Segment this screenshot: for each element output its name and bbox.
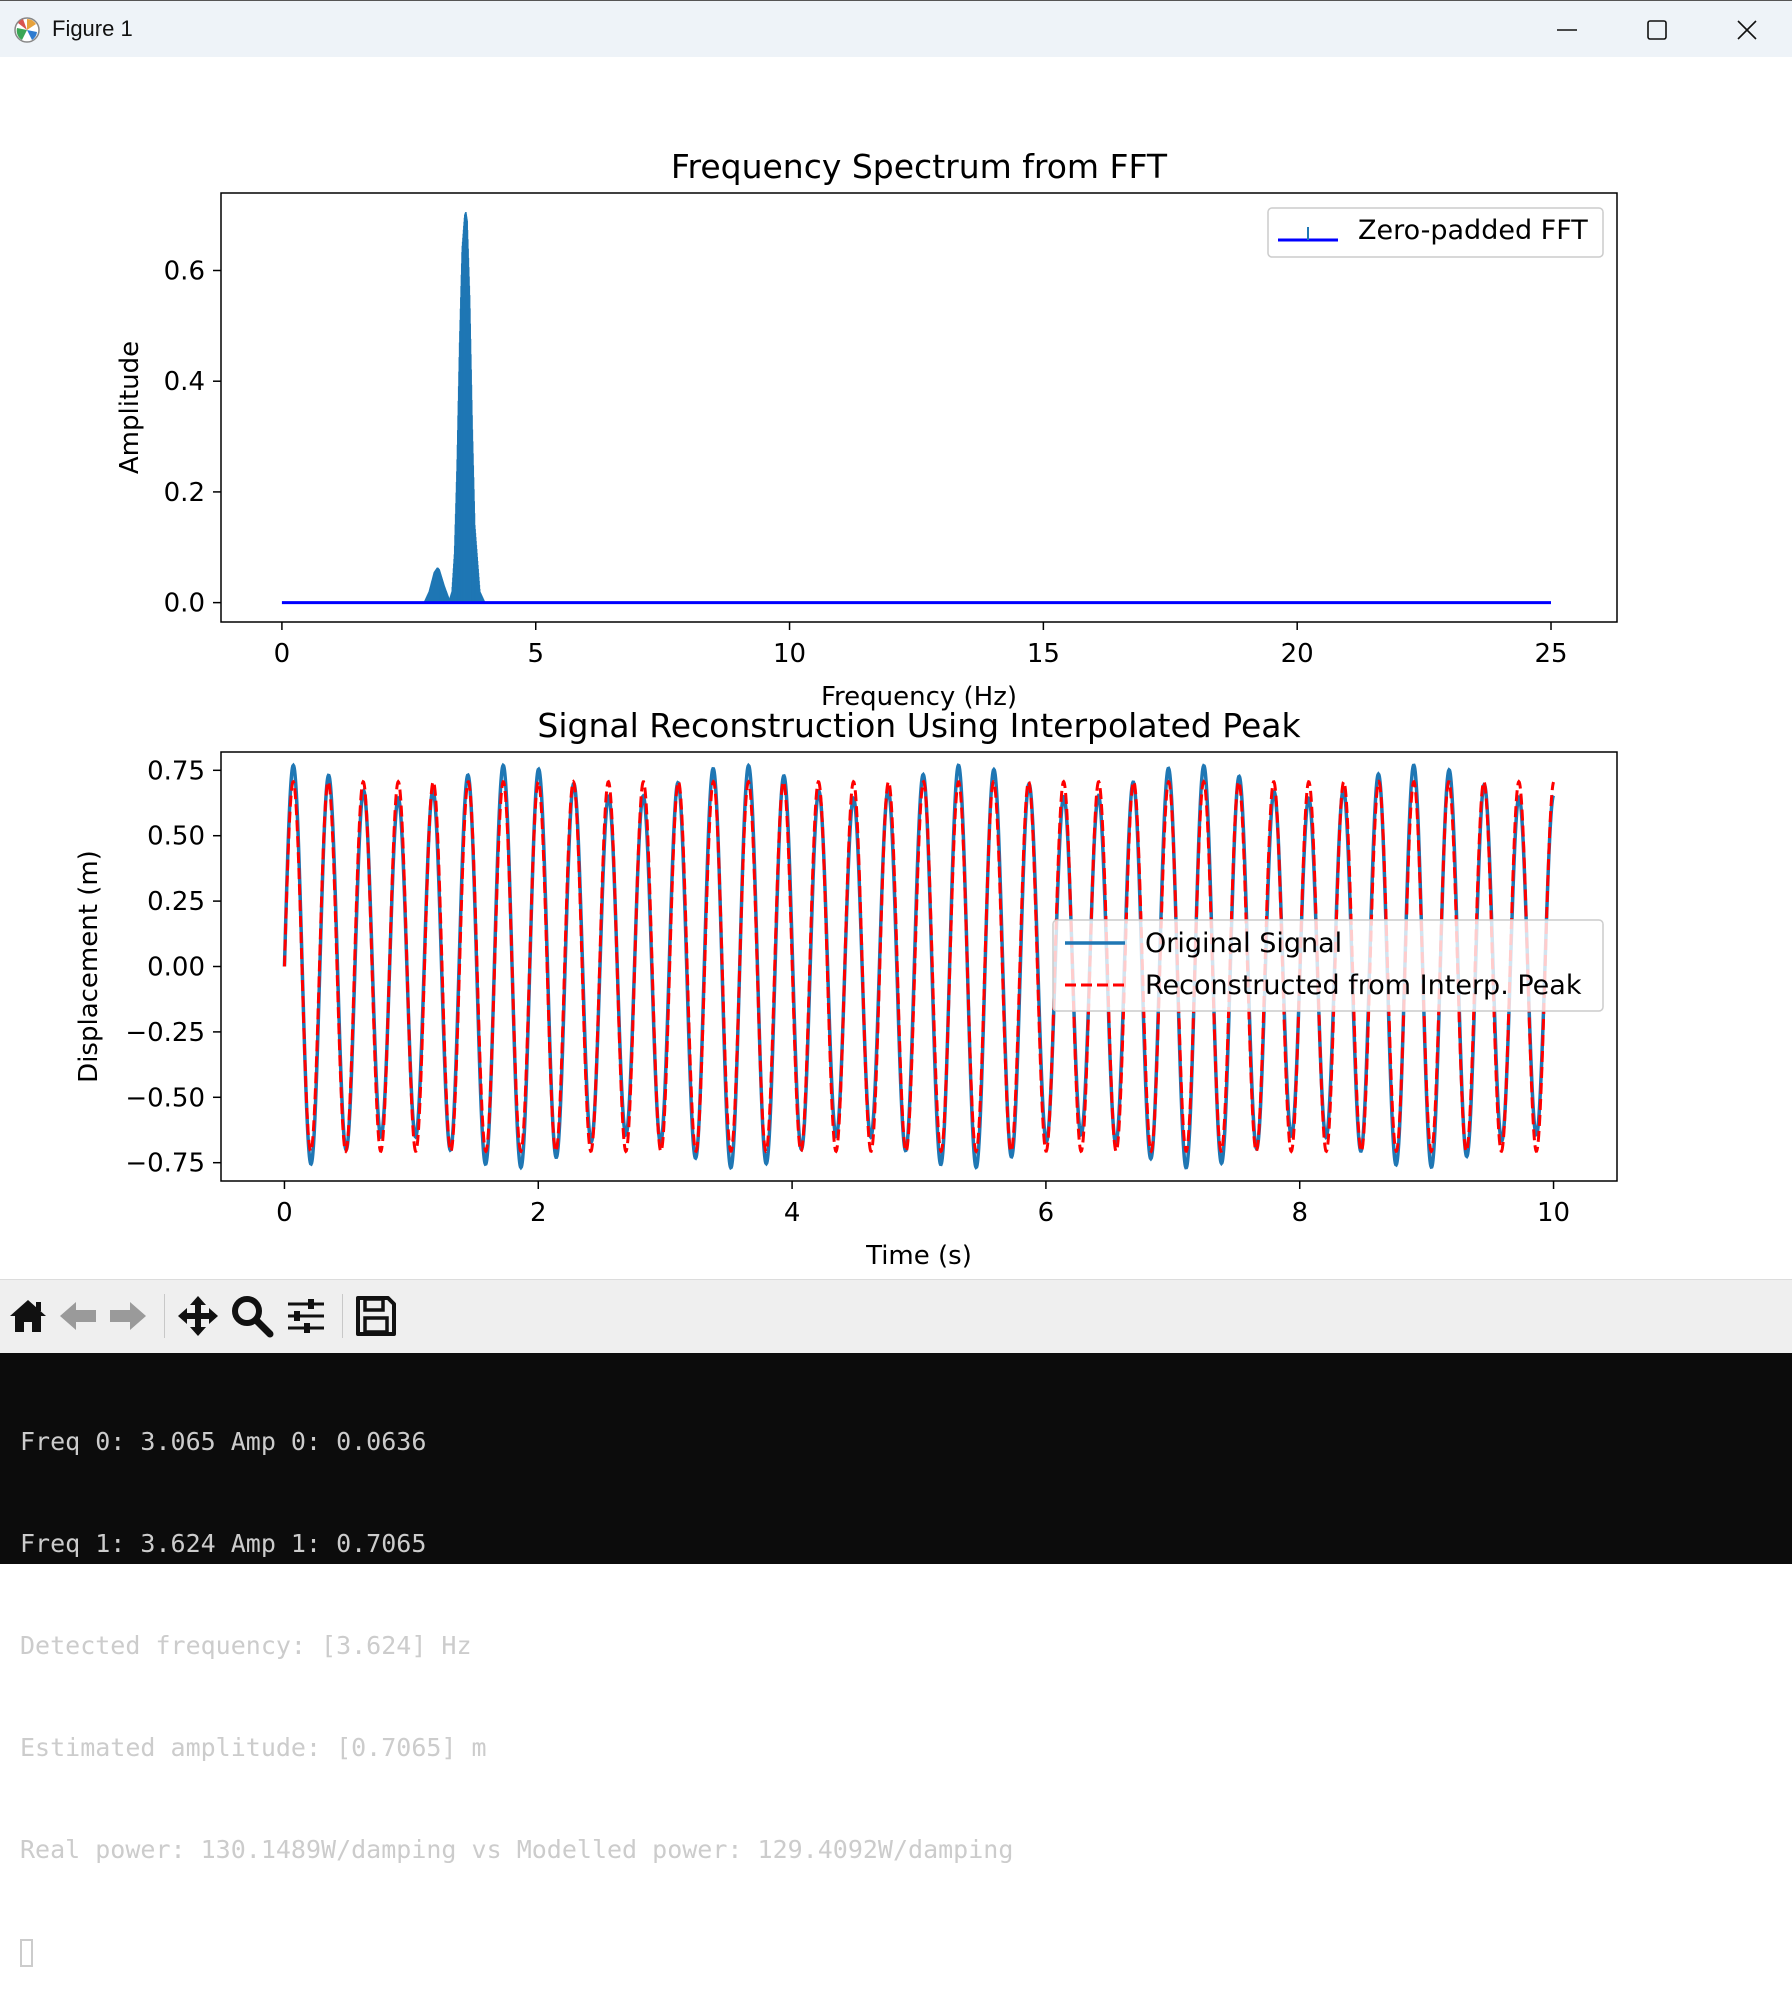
y-tick-label: 0.00 — [147, 953, 205, 983]
zoom-button[interactable] — [228, 1292, 276, 1340]
x-tick-label: 6 — [1038, 1198, 1055, 1228]
console-cursor-line — [20, 1935, 1792, 1969]
x-tick-label: 0 — [276, 1198, 293, 1228]
matplotlib-icon — [14, 17, 40, 43]
x-axis-label: Time (s) — [865, 1241, 972, 1271]
minimize-button[interactable] — [1522, 1, 1612, 58]
y-tick-label: 0.75 — [147, 756, 205, 786]
chart-legend: Original Signal Reconstructed from Interp… — [1052, 919, 1604, 1012]
chart-title: Frequency Spectrum from FFT — [671, 147, 1168, 186]
window-title: Figure 1 — [52, 16, 133, 41]
navigation-toolbar — [0, 1279, 1792, 1353]
chart-legend: Zero-padded FFT — [1267, 207, 1604, 258]
legend-label: Reconstructed from Interp. Peak — [1145, 970, 1582, 1001]
console-line: Estimated amplitude: [0.7065] m — [20, 1733, 487, 1762]
home-icon — [10, 1300, 46, 1332]
x-tick-label: 25 — [1534, 639, 1567, 669]
y-tick-label: −0.25 — [125, 1018, 205, 1048]
pan-button[interactable] — [174, 1292, 222, 1340]
x-tick-label: 15 — [1027, 639, 1060, 669]
home-button[interactable] — [4, 1292, 52, 1340]
back-button[interactable] — [54, 1292, 102, 1340]
fft-spectrum-chart: Frequency Spectrum from FFTFrequency (Hz… — [115, 147, 1618, 712]
close-button[interactable] — [1702, 1, 1792, 58]
pan-icon — [178, 1296, 218, 1336]
chart-title: Signal Reconstruction Using Interpolated… — [537, 706, 1301, 745]
y-axis-label: Amplitude — [115, 341, 145, 474]
forward-button[interactable] — [104, 1292, 152, 1340]
configure-subplots-button[interactable] — [282, 1292, 330, 1340]
zoom-icon — [232, 1296, 274, 1338]
save-button[interactable] — [352, 1292, 400, 1340]
y-tick-label: 0.25 — [147, 887, 205, 917]
console-line: Freq 1: 3.624 Amp 1: 0.7065 — [20, 1529, 427, 1558]
y-tick-label: 0.6 — [164, 256, 205, 286]
console-line: Detected frequency: [3.624] Hz — [20, 1631, 472, 1660]
maximize-icon — [1647, 20, 1667, 40]
legend-label: Zero-padded FFT — [1358, 215, 1588, 246]
forward-arrow-icon — [110, 1302, 146, 1330]
y-tick-label: 0.2 — [164, 478, 205, 508]
console-line: Freq 0: 3.065 Amp 0: 0.0636 — [20, 1427, 427, 1456]
y-axis-label: Displacement (m) — [74, 850, 104, 1083]
console-line: Real power: 130.1489W/damping vs Modelle… — [20, 1835, 1014, 1864]
back-arrow-icon — [60, 1302, 96, 1330]
toolbar-separator — [164, 1294, 165, 1338]
figure-canvas[interactable]: Frequency Spectrum from FFTFrequency (Hz… — [0, 57, 1792, 1279]
close-icon — [1737, 20, 1757, 40]
x-tick-label: 4 — [784, 1198, 801, 1228]
x-tick-label: 10 — [1537, 1198, 1570, 1228]
window-titlebar: Figure 1 — [0, 0, 1792, 57]
maximize-button[interactable] — [1612, 1, 1702, 58]
signal-reconstruction-chart: Signal Reconstruction Using Interpolated… — [74, 706, 1618, 1271]
legend-label: Original Signal — [1145, 928, 1342, 959]
x-tick-label: 5 — [527, 639, 544, 669]
terminal-cursor — [20, 1939, 33, 1967]
y-tick-label: −0.50 — [125, 1083, 205, 1113]
y-tick-label: 0.4 — [164, 367, 205, 397]
configure-subplots-icon — [288, 1299, 324, 1333]
toolbar-separator — [342, 1294, 343, 1338]
y-tick-label: −0.75 — [125, 1149, 205, 1179]
x-tick-label: 10 — [773, 639, 806, 669]
terminal-output[interactable]: Freq 0: 3.065 Amp 0: 0.0636 Freq 1: 3.62… — [0, 1353, 1792, 1967]
x-tick-label: 20 — [1281, 639, 1314, 669]
x-tick-label: 0 — [274, 639, 291, 669]
x-tick-label: 2 — [530, 1198, 547, 1228]
minimize-icon — [1557, 29, 1577, 31]
save-icon — [356, 1296, 396, 1336]
y-tick-label: 0.50 — [147, 822, 205, 852]
y-tick-label: 0.0 — [164, 589, 205, 619]
x-tick-label: 8 — [1291, 1198, 1308, 1228]
